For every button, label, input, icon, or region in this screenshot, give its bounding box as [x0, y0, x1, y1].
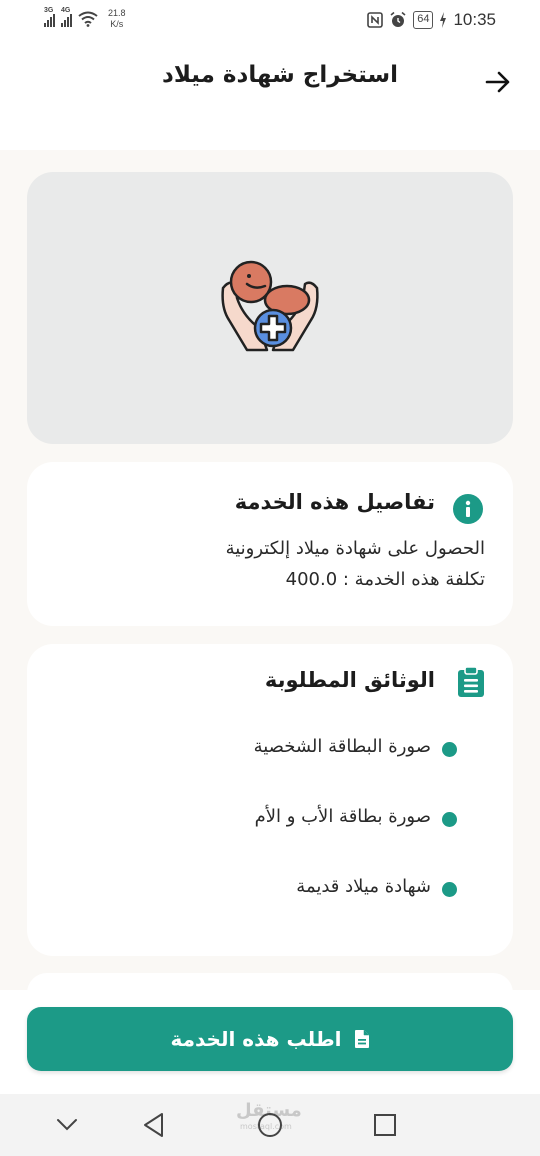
chevron-down-icon: [57, 1119, 77, 1131]
square-recents-icon: [374, 1114, 396, 1136]
signal-4g-icon: 4G: [61, 7, 72, 27]
list-item: شهادة ميلاد قديمة: [27, 876, 457, 900]
home-button[interactable]: [253, 1108, 287, 1142]
circle-home-icon: [258, 1113, 282, 1137]
speed-unit: K/s: [110, 19, 124, 29]
bullet-dot: [442, 742, 457, 757]
document-icon: [354, 1030, 369, 1048]
service-details-title: تفاصيل هذه الخدمة: [234, 490, 435, 514]
charging-icon: [440, 12, 447, 28]
required-documents-title: الوثائق المطلوبة: [264, 668, 435, 692]
service-description: الحصول على شهادة ميلاد إلكترونية: [225, 538, 485, 559]
request-service-label: اطلب هذه الخدمة: [170, 1027, 342, 1051]
network-speed: 21.8 K/s: [108, 8, 126, 30]
battery-indicator: 64: [413, 11, 434, 29]
page-title: استخراج شهادة ميلاد: [162, 62, 398, 88]
status-left: 3G 4G 21.8 K/s: [44, 7, 126, 30]
bullet-dot: [442, 812, 457, 827]
network-type-1: 3G: [44, 7, 54, 14]
info-icon: [453, 494, 483, 524]
system-back-button[interactable]: [137, 1108, 171, 1142]
app-header: استخراج شهادة ميلاد: [0, 40, 540, 150]
collapse-nav-button[interactable]: [50, 1108, 84, 1142]
list-item: صورة البطاقة الشخصية: [27, 736, 457, 760]
required-documents-card: الوثائق المطلوبة صورة البطاقة الشخصية صو…: [27, 644, 513, 956]
speed-value: 21.8: [108, 8, 126, 18]
network-type-2: 4G: [61, 7, 71, 14]
hero-banner: [27, 172, 513, 444]
triangle-back-icon: [144, 1113, 163, 1137]
wifi-icon: [78, 11, 98, 27]
request-service-button[interactable]: اطلب هذه الخدمة: [27, 1007, 513, 1071]
recents-button[interactable]: [368, 1108, 402, 1142]
clock: 10:35: [453, 10, 496, 29]
baby-hands-plus-icon: [221, 260, 319, 352]
status-right: 64 10:35: [367, 10, 496, 30]
document-item-label: صورة بطاقة الأب و الأم: [254, 806, 431, 827]
alarm-icon: [390, 11, 406, 27]
service-details-card: تفاصيل هذه الخدمة الحصول على شهادة ميلاد…: [27, 462, 513, 626]
system-navigation-bar: مستقل mostaql.com: [0, 1094, 540, 1156]
document-item-label: صورة البطاقة الشخصية: [253, 736, 431, 757]
nfc-icon: [367, 12, 384, 28]
status-bar: 3G 4G 21.8 K/s 64 10:35: [0, 0, 540, 40]
document-item-label: شهادة ميلاد قديمة: [296, 876, 431, 897]
service-cost: تكلفة هذه الخدمة : 400.0: [285, 569, 485, 590]
signal-3g-icon: 3G: [44, 7, 55, 27]
list-item: صورة بطاقة الأب و الأم: [27, 806, 457, 830]
arrow-right-icon: [485, 71, 510, 93]
bullet-dot: [442, 882, 457, 897]
clipboard-icon: [457, 666, 485, 698]
back-button[interactable]: [480, 64, 516, 100]
